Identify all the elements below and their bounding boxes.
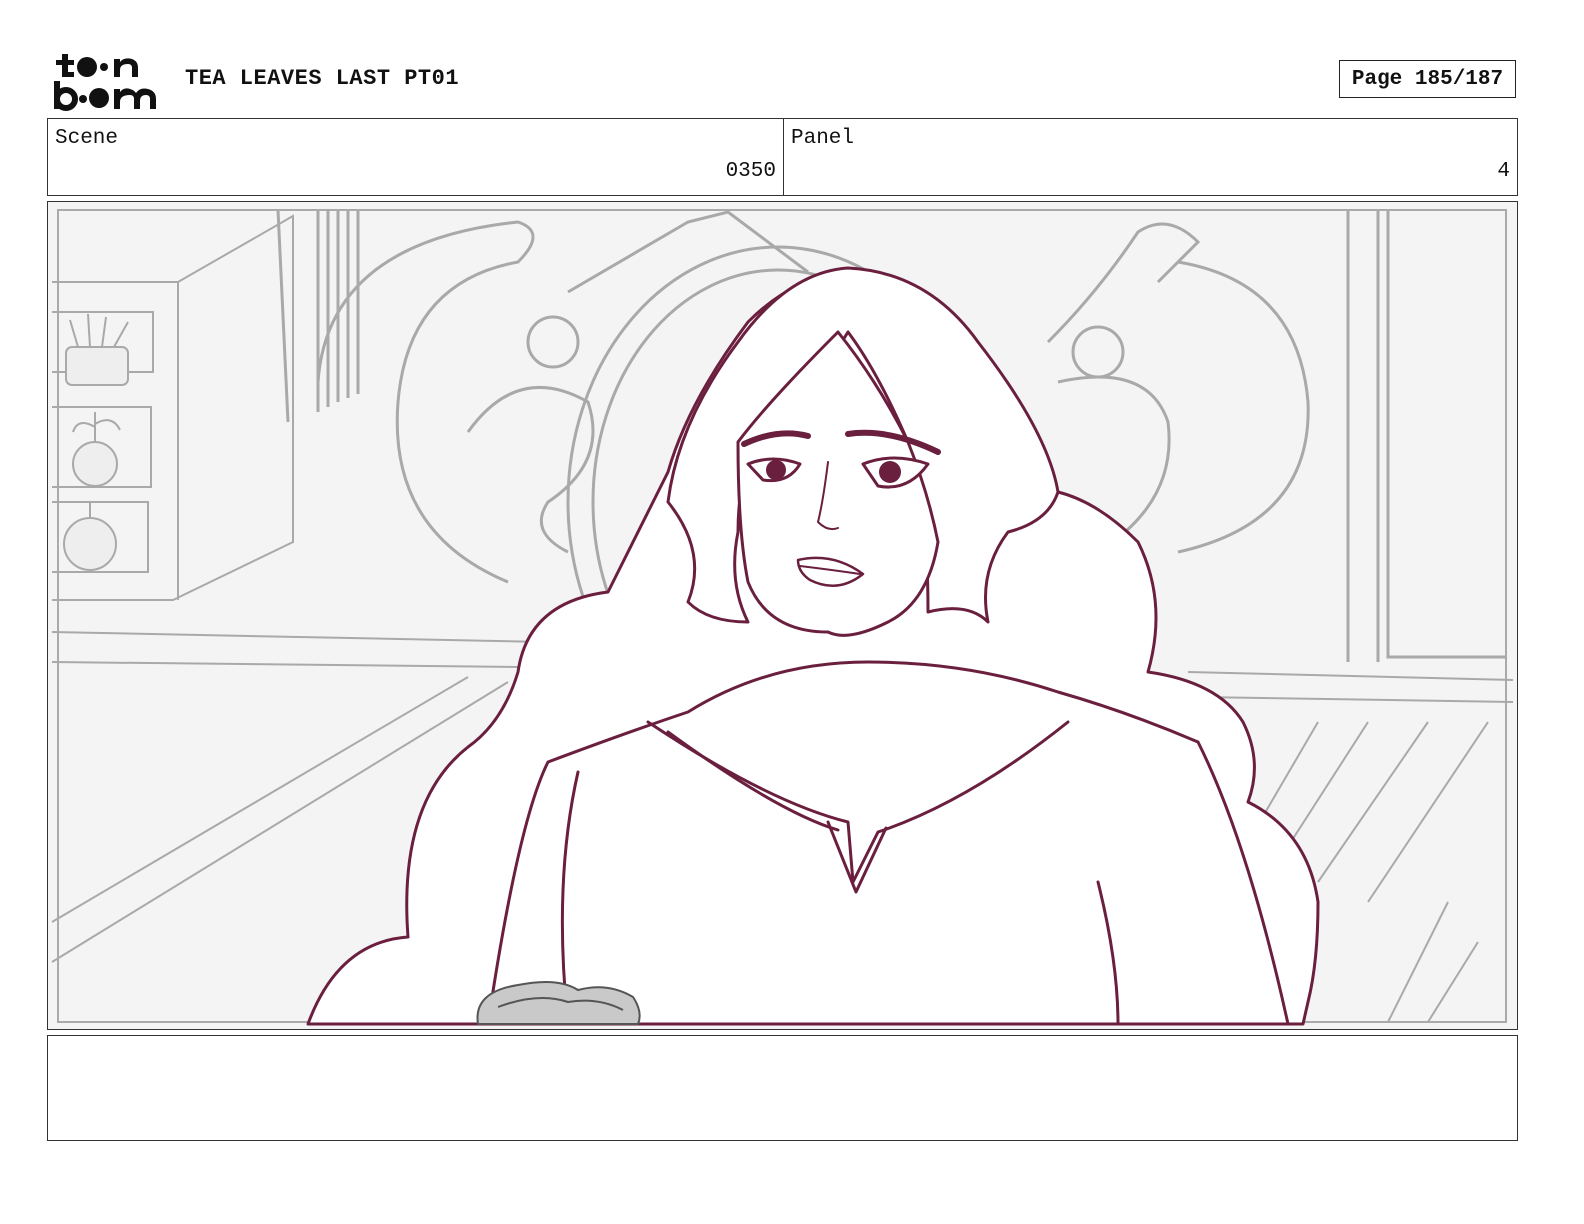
panel-number: 4 xyxy=(1497,160,1510,183)
toon-boom-logo xyxy=(54,54,156,111)
document-title: TEA LEAVES LAST PT01 xyxy=(185,66,460,91)
panel-sketch xyxy=(48,202,1517,1029)
scene-panel-info: Scene 0350 Panel 4 xyxy=(47,118,1518,196)
panel-label: Panel xyxy=(791,127,855,150)
scene-cell: Scene 0350 xyxy=(48,119,784,195)
panel-notes xyxy=(47,1035,1518,1141)
panel-cell: Panel 4 xyxy=(784,119,1517,195)
scene-label: Scene xyxy=(55,127,119,150)
scene-number: 0350 xyxy=(725,160,776,183)
page-indicator: Page 185/187 xyxy=(1339,60,1516,98)
storyboard-panel-image xyxy=(47,201,1518,1030)
